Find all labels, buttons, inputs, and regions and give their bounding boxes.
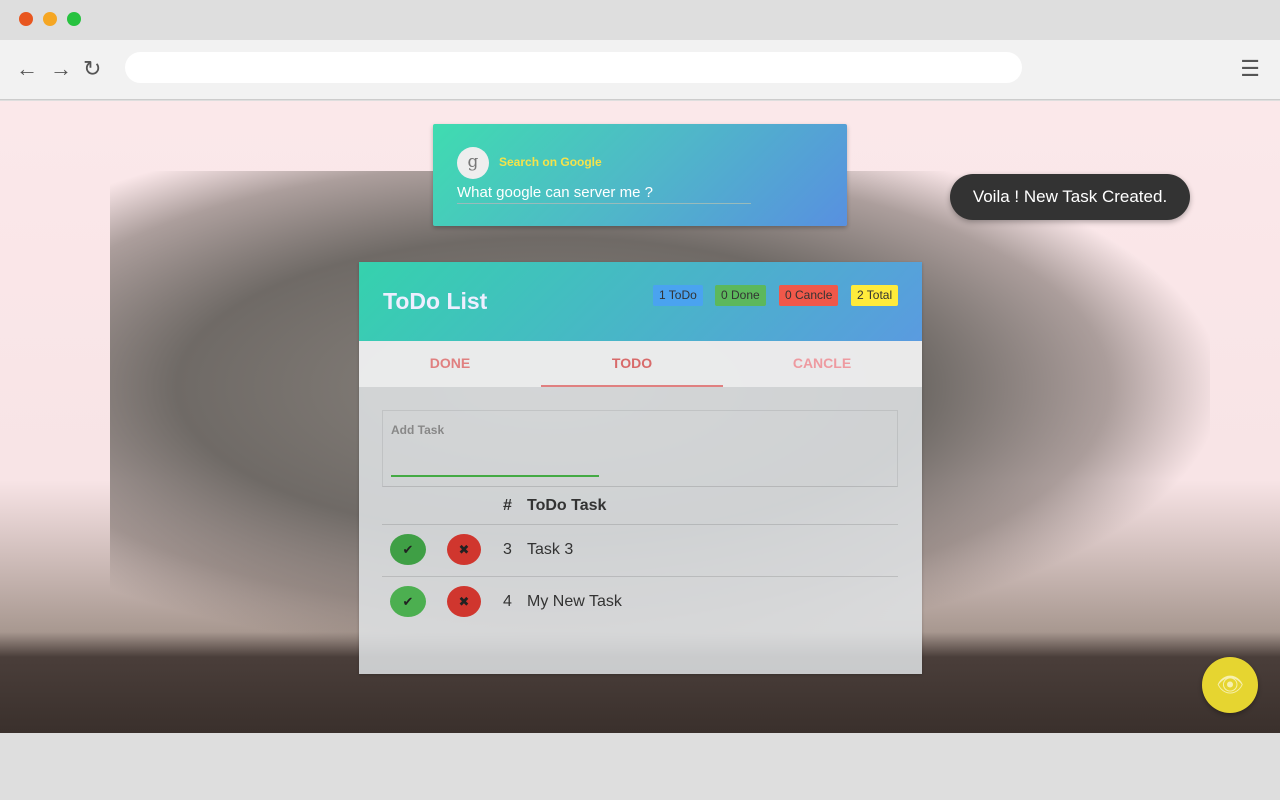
tab-done[interactable]: DONE [359,341,541,387]
add-task-field: Add Task [382,410,898,487]
tab-cancle[interactable]: CANCLE [731,341,913,387]
add-task-label: Add Task [391,423,445,437]
minimize-window-button[interactable] [43,12,57,26]
table-header: # ToDo Task [382,488,898,525]
task-id: 3 [503,541,512,558]
cancel-task-button[interactable]: ✖ [447,586,481,617]
maximize-window-button[interactable] [67,12,81,26]
close-icon: ✖ [458,594,470,609]
search-input[interactable] [457,182,751,204]
todo-count-badge: 1 ToDo [653,285,703,306]
todo-card: ToDo List 1 ToDo 0 Done 0 Cancle 2 Total… [359,262,922,674]
add-task-input[interactable] [391,455,599,477]
tab-todo[interactable]: TODO [541,341,723,387]
task-name: Task 3 [527,541,574,558]
todo-header: ToDo List 1 ToDo 0 Done 0 Cancle 2 Total [359,262,922,341]
hamburger-menu-icon[interactable]: ☰ [1240,56,1260,82]
browser-toolbar: ← → ↻ ☰ [0,40,1280,100]
done-count-badge: 0 Done [715,285,766,306]
table-row: ✔ ✖ 4 My New Task [382,577,898,629]
close-icon: ✖ [458,542,470,557]
cancel-count-badge: 0 Cancle [779,285,839,306]
toast-notification: Voila ! New Task Created. [950,174,1190,220]
back-arrow-icon[interactable]: ← [16,56,38,82]
table-row: ✔ ✖ 3 Task 3 [382,525,898,577]
forward-arrow-icon[interactable]: → [50,56,72,82]
google-search-card: g Search on Google [433,124,847,226]
mark-done-button[interactable]: ✔ [390,534,426,565]
close-window-button[interactable] [19,12,33,26]
todo-title: ToDo List [383,288,488,314]
google-icon: g [457,147,489,179]
column-header-id: # [503,497,512,514]
task-id: 4 [503,593,512,610]
cancel-task-button[interactable]: ✖ [447,534,481,565]
total-count-badge: 2 Total [851,285,899,306]
mark-done-button[interactable]: ✔ [390,586,426,617]
window-titlebar [0,0,1280,40]
search-label: Search on Google [499,155,602,169]
task-name: My New Task [527,593,622,610]
column-header-task: ToDo Task [527,497,607,514]
reload-icon[interactable]: ↻ [83,56,101,82]
check-icon: ✔ [402,542,414,557]
eye-icon: 👁 [1216,672,1244,697]
check-icon: ✔ [402,594,414,609]
todo-tabs: DONE TODO CANCLE [359,341,922,387]
view-fab-button[interactable]: 👁 [1202,657,1258,713]
page-viewport: g Search on Google Voila ! New Task Crea… [0,101,1280,733]
address-bar[interactable] [125,52,1022,83]
